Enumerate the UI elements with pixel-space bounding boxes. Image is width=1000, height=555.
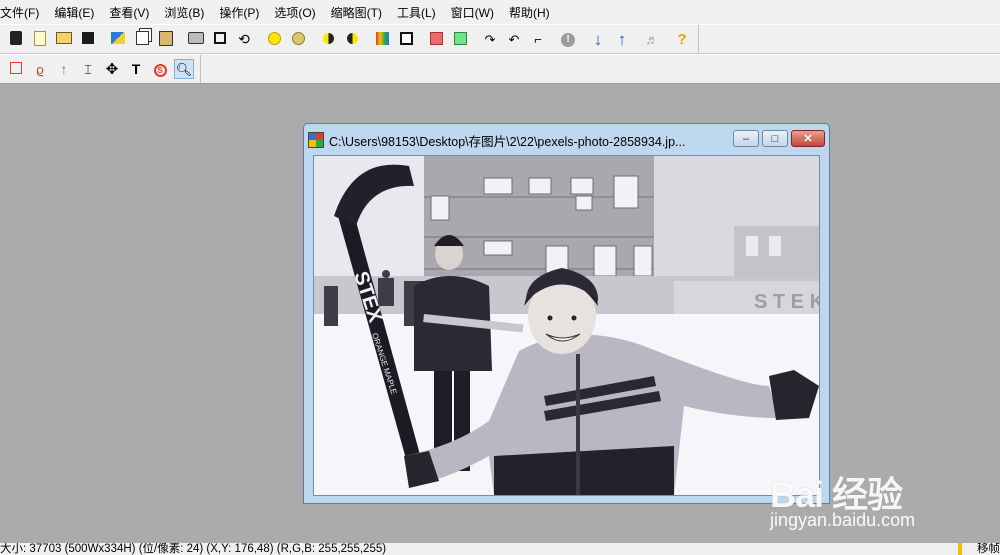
- fit-window-button[interactable]: [210, 29, 230, 49]
- line-tool-icon: ⌶: [84, 61, 92, 77]
- menu-item-2[interactable]: 查看(V): [109, 4, 156, 21]
- stamp-tool-button[interactable]: S: [150, 59, 170, 79]
- open-folder-icon: [10, 31, 22, 47]
- menu-bar: 文件(F) 编辑(E) 查看(V) 浏览(B) 操作(P) 选项(O) 缩略图(T) 工具(L…: [0, 0, 1000, 24]
- copy-button[interactable]: [132, 29, 152, 49]
- contrast-down-icon: [346, 32, 358, 46]
- contrast-up-button[interactable]: [318, 29, 338, 49]
- menu-item-8[interactable]: 窗口(W): [451, 4, 501, 21]
- text-tool-button[interactable]: T: [126, 59, 146, 79]
- line-tool-button[interactable]: ⌶: [78, 59, 98, 79]
- menu-item-1[interactable]: 编辑(E): [54, 4, 101, 21]
- brightness-up-button[interactable]: [264, 29, 284, 49]
- color-palette-icon: [375, 31, 389, 47]
- paste-icon: [159, 30, 173, 48]
- menu-item-4[interactable]: 操作(P): [219, 4, 266, 21]
- open-folder-button[interactable]: [6, 29, 26, 49]
- minimize-button[interactable]: –: [733, 130, 759, 147]
- app-icon[interactable]: [308, 132, 324, 148]
- window-controls: – □ ✕: [730, 130, 825, 147]
- open-file-icon: [56, 32, 72, 46]
- save-icon: [82, 32, 94, 46]
- print-icon: [188, 32, 204, 46]
- acquire-button[interactable]: [108, 29, 128, 49]
- draw-toolbar-strip: ϱ ↑ ⌶ ✥ T S 🔍︎: [0, 55, 201, 83]
- rotate-right-button[interactable]: ↷: [480, 29, 500, 49]
- new-file-button[interactable]: [30, 29, 50, 49]
- grayscale-button[interactable]: [396, 29, 416, 49]
- rotate-left-button[interactable]: ↶: [504, 29, 524, 49]
- brightness-down-icon: [291, 31, 305, 47]
- next-button[interactable]: ↑: [612, 29, 632, 49]
- main-toolbar-strip: ⟲ ↷ ↶ ⌐! ↓ ↑ ♬?: [0, 25, 699, 53]
- board-text: S T E K: [754, 291, 819, 313]
- grayscale-icon: [399, 31, 413, 47]
- rotate-right-icon: ↷: [484, 31, 496, 47]
- status-marker: [958, 543, 962, 555]
- help-icon: ?: [677, 30, 687, 48]
- arrow-tool-button[interactable]: ↑: [54, 59, 74, 79]
- zoom-tool-button[interactable]: 🔍︎: [174, 59, 194, 79]
- close-button[interactable]: ✕: [791, 130, 825, 147]
- print-button[interactable]: [186, 29, 206, 49]
- status-text: 大小: 37703 (500Wx334H) (位/像素: 24) (X,Y: 1…: [0, 543, 387, 555]
- save-button[interactable]: [78, 29, 98, 49]
- child-window-title: C:\Users\98153\Desktop\存图片\2\22\pexels-p…: [329, 134, 686, 149]
- sound-button[interactable]: ♬: [642, 29, 662, 49]
- info-button[interactable]: !: [558, 29, 578, 49]
- red-channel-icon: [429, 31, 443, 47]
- open-file-button[interactable]: [54, 29, 74, 49]
- crop-button[interactable]: ⌐: [528, 29, 548, 49]
- red-channel-button[interactable]: [426, 29, 446, 49]
- help-button[interactable]: ?: [672, 29, 692, 49]
- menu-item-6[interactable]: 缩略图(T): [331, 4, 389, 21]
- image-child-window[interactable]: C:\Users\98153\Desktop\存图片\2\22\pexels-p…: [303, 123, 830, 504]
- menu-item-9[interactable]: 帮助(H): [509, 4, 557, 21]
- crop-icon: ⌐: [534, 31, 542, 47]
- zoom-tool-icon: 🔍︎: [175, 61, 193, 77]
- copy-icon: [135, 31, 149, 47]
- brightness-up-icon: [267, 31, 281, 47]
- fit-window-icon: [214, 32, 226, 46]
- undo-button[interactable]: ⟲: [234, 29, 254, 49]
- menu-item-7[interactable]: 工具(L): [397, 4, 443, 21]
- lasso-tool-button[interactable]: ϱ: [30, 59, 50, 79]
- photo-viewport[interactable]: S T E K STEX ORANGE MAPLE: [313, 155, 820, 496]
- new-file-icon: [34, 30, 46, 48]
- main-toolbar: ⟲ ↷ ↶ ⌐! ↓ ↑ ♬?: [0, 24, 1000, 54]
- info-icon: !: [561, 31, 575, 47]
- rectangle-tool-button[interactable]: [6, 59, 26, 79]
- undo-icon: ⟲: [238, 31, 250, 47]
- acquire-icon: [111, 32, 125, 46]
- menu-item-5[interactable]: 选项(O): [274, 4, 322, 21]
- next-icon: ↑: [617, 29, 627, 49]
- sound-icon: ♬: [645, 31, 659, 47]
- draw-toolbar: ϱ ↑ ⌶ ✥ T S 🔍︎: [0, 54, 1000, 84]
- stamp-tool-icon: S: [153, 62, 167, 77]
- move-tool-button[interactable]: ✥: [102, 59, 122, 79]
- brightness-down-button[interactable]: [288, 29, 308, 49]
- menu-item-0[interactable]: 文件(F): [0, 4, 46, 21]
- color-palette-button[interactable]: [372, 29, 392, 49]
- status-bar: 大小: 37703 (500Wx334H) (位/像素: 24) (X,Y: 1…: [0, 543, 1000, 555]
- paste-button[interactable]: [156, 29, 176, 49]
- lasso-tool-icon: ϱ: [36, 61, 44, 77]
- green-channel-icon: [453, 31, 467, 47]
- rectangle-tool-icon: [10, 62, 22, 76]
- contrast-up-icon: [322, 32, 334, 46]
- text-tool-icon: T: [131, 61, 141, 77]
- green-channel-button[interactable]: [450, 29, 470, 49]
- previous-button[interactable]: ↓: [588, 29, 608, 49]
- previous-icon: ↓: [593, 29, 603, 49]
- hockey-photo: S T E K STEX ORANGE MAPLE: [314, 156, 819, 495]
- move-tool-icon: ✥: [105, 60, 119, 78]
- rotate-left-icon: ↶: [508, 31, 520, 47]
- contrast-down-button[interactable]: [342, 29, 362, 49]
- arrow-tool-icon: ↑: [60, 61, 68, 77]
- status-right-text: 移帧: [977, 543, 1000, 555]
- watermark-sub: jingyan.baidu.com: [770, 510, 916, 530]
- maximize-button[interactable]: □: [762, 130, 788, 147]
- menu-item-3[interactable]: 浏览(B): [164, 4, 211, 21]
